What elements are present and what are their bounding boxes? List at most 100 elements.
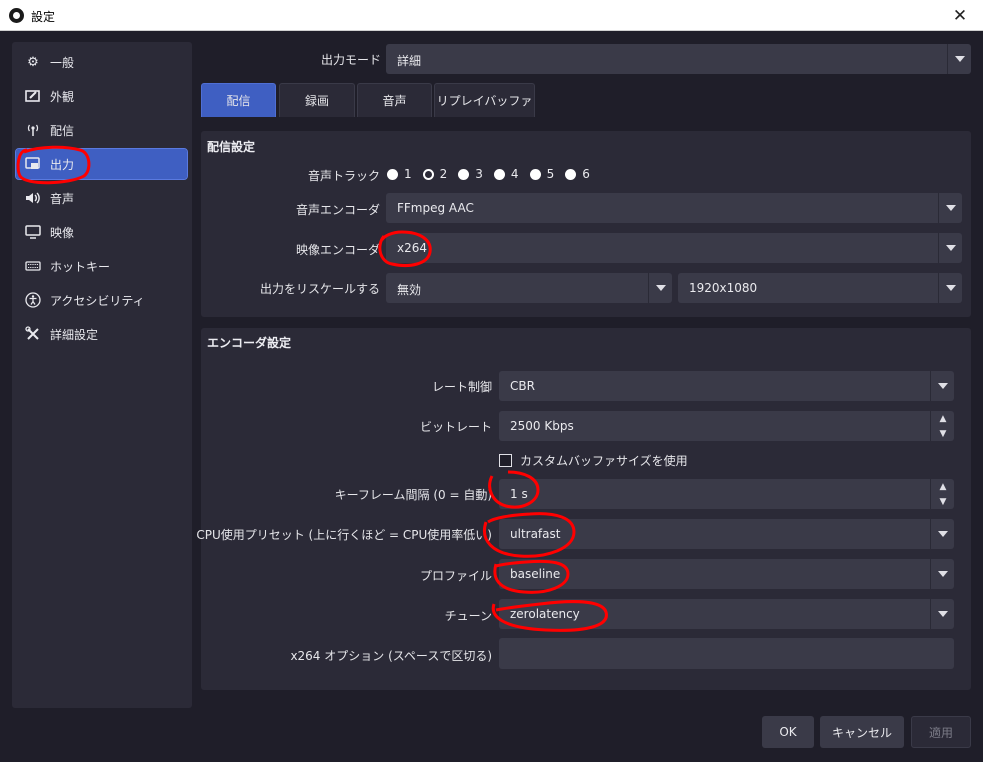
tab-label: リプレイバッファ (436, 94, 533, 108)
chevron-down-icon (930, 599, 954, 629)
bitrate-value: 2500 Kbps (510, 419, 574, 433)
x264-options-input[interactable] (499, 638, 954, 669)
output-mode-label: 出力モード (320, 53, 381, 67)
radio-label: 2 (439, 167, 448, 181)
chevron-down-icon[interactable]: ▼ (931, 494, 955, 509)
sidebar-item-label: 出力 (50, 157, 75, 172)
antenna-icon (24, 121, 42, 139)
chevron-down-icon (648, 273, 672, 303)
close-icon[interactable]: ✕ (937, 0, 983, 31)
keyframe-value: 1 s (510, 487, 528, 501)
rescale-value: 無効 (397, 283, 422, 297)
output-icon (24, 155, 42, 173)
chevron-down-icon[interactable]: ▼ (931, 426, 955, 441)
stepper-buttons: ▲ ▼ (930, 479, 954, 509)
rescale-label: 出力をリスケールする (259, 282, 380, 296)
x264-options-label: x264 オプション (スペースで区切る) (290, 649, 492, 663)
profile-select[interactable]: baseline (499, 559, 954, 589)
encoder-settings-title: エンコーダ設定 (207, 336, 292, 350)
radio-label: 6 (582, 167, 590, 181)
audio-track-radio-1[interactable]: 1 (387, 167, 412, 181)
radio-dot (387, 168, 398, 180)
chevron-down-icon (947, 44, 971, 74)
audio-track-radio-3[interactable]: 3 (458, 167, 483, 181)
radio-dot (422, 168, 434, 180)
custom-buffer-checkbox[interactable] (499, 454, 512, 467)
radio-label: 3 (475, 167, 483, 181)
radio-dot (529, 168, 541, 180)
radio-dot (493, 168, 505, 180)
chevron-up-icon[interactable]: ▲ (931, 479, 955, 494)
sidebar-item-label: 一般 (50, 55, 75, 70)
radio-label: 1 (404, 167, 412, 181)
output-mode-select[interactable]: 詳細 (386, 44, 971, 74)
tab-label: 配信 (226, 94, 251, 108)
radio-dot (458, 168, 470, 180)
sidebar-item-output[interactable]: 出力 (15, 148, 188, 180)
sidebar-item-label: アクセシビリティ (50, 293, 145, 308)
chevron-down-icon (930, 371, 954, 401)
cpu-preset-value: ultrafast (510, 527, 561, 541)
audio-encoder-value: FFmpeg AAC (397, 201, 474, 215)
audio-track-radio-2[interactable]: 2 (422, 167, 448, 181)
cancel-button[interactable]: キャンセル (820, 716, 904, 748)
audio-track-radio-6[interactable]: 6 (565, 167, 590, 181)
sidebar-item-appearance[interactable]: 外観 (16, 81, 187, 111)
stepper-buttons: ▲ ▼ (930, 411, 954, 441)
sidebar-item-label: 配信 (50, 123, 75, 138)
rescale-resolution-value: 1920x1080 (689, 281, 758, 295)
audio-track-radio-group: 1 2 3 4 5 6 (387, 166, 601, 182)
audio-encoder-select[interactable]: FFmpeg AAC (386, 193, 962, 223)
sidebar-item-advanced[interactable]: 詳細設定 (16, 319, 187, 349)
ok-button[interactable]: OK (762, 716, 814, 748)
chevron-up-icon[interactable]: ▲ (931, 411, 955, 426)
accessibility-icon (24, 291, 42, 309)
video-encoder-select[interactable]: x264 (386, 233, 962, 263)
tab-stream[interactable]: 配信 (201, 83, 276, 117)
rescale-select[interactable]: 無効 (386, 273, 672, 303)
rate-control-label: レート制御 (431, 380, 492, 394)
radio-dot (565, 168, 577, 180)
title-bar: 設定 ✕ (0, 0, 983, 31)
tab-replay-buffer[interactable]: リプレイバッファ (434, 83, 535, 117)
cpu-preset-select[interactable]: ultrafast (499, 519, 954, 549)
cancel-button-label: キャンセル (831, 725, 892, 740)
sidebar-item-hotkeys[interactable]: ホットキー (16, 251, 187, 281)
sidebar-item-label: 外観 (50, 89, 75, 104)
sidebar-item-label: ホットキー (50, 259, 111, 274)
custom-buffer-label: カスタムバッファサイズを使用 (520, 454, 688, 468)
custom-buffer-checkbox-row[interactable]: カスタムバッファサイズを使用 (499, 452, 688, 469)
chevron-down-icon (938, 193, 962, 223)
speaker-icon (24, 189, 42, 207)
rate-control-select[interactable]: CBR (499, 371, 954, 401)
bitrate-stepper[interactable]: 2500 Kbps ▲ ▼ (499, 411, 954, 441)
tab-audio[interactable]: 音声 (357, 83, 432, 117)
chevron-down-icon (930, 519, 954, 549)
tune-select[interactable]: zerolatency (499, 599, 954, 629)
sidebar-item-general[interactable]: ⚙ 一般 (16, 47, 187, 77)
apply-button-label: 適用 (928, 725, 953, 740)
bitrate-label: ビットレート (419, 420, 492, 434)
audio-encoder-label: 音声エンコーダ (295, 203, 380, 217)
gear-icon: ⚙ (27, 54, 39, 70)
sidebar-item-accessibility[interactable]: アクセシビリティ (16, 285, 187, 315)
apply-button[interactable]: 適用 (911, 716, 971, 748)
rescale-resolution-select[interactable]: 1920x1080 (678, 273, 962, 303)
keyframe-stepper[interactable]: 1 s ▲ ▼ (499, 479, 954, 509)
sidebar-item-label: 詳細設定 (50, 327, 99, 342)
chevron-down-icon (938, 233, 962, 263)
audio-track-radio-4[interactable]: 4 (493, 167, 519, 181)
sidebar-item-video[interactable]: 映像 (16, 217, 187, 247)
radio-label: 5 (546, 167, 555, 181)
video-encoder-label: 映像エンコーダ (295, 243, 380, 257)
chevron-down-icon (930, 559, 954, 589)
tools-icon (24, 325, 42, 343)
monitor-icon (24, 223, 42, 241)
sidebar-item-stream[interactable]: 配信 (16, 115, 187, 145)
profile-value: baseline (510, 567, 561, 581)
cpu-preset-label: CPU使用プリセット (上に行くほど = CPU使用率低い) (196, 528, 492, 542)
tab-label: 音声 (382, 94, 407, 108)
sidebar-item-audio[interactable]: 音声 (16, 183, 187, 213)
audio-track-radio-5[interactable]: 5 (529, 167, 555, 181)
tab-recording[interactable]: 録画 (279, 83, 355, 117)
